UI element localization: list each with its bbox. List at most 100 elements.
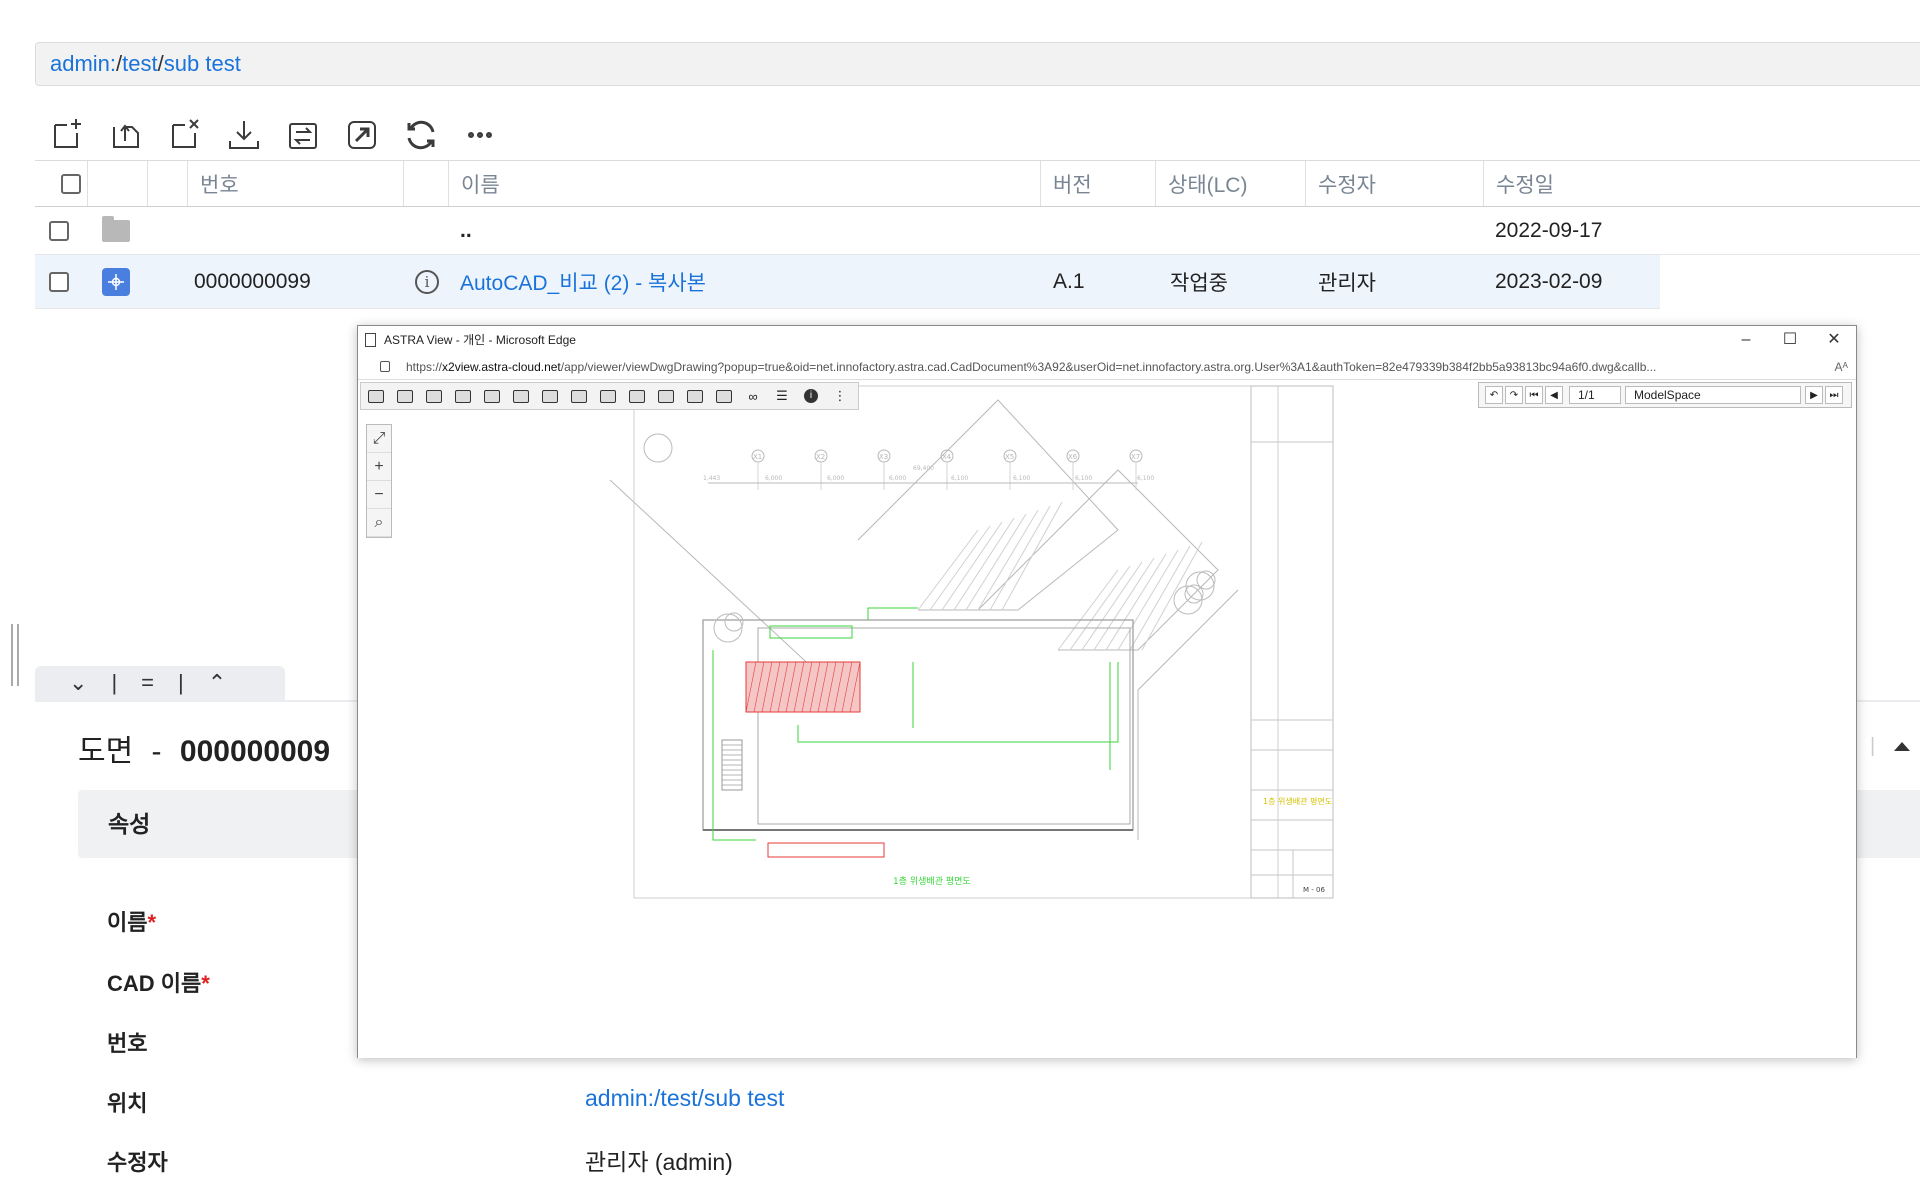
zoom-in-icon[interactable]: + [367, 453, 391, 481]
grid-label: X6 [1068, 453, 1078, 461]
row-name-link[interactable]: AutoCAD_비교 (2) - 복사본 [460, 255, 706, 308]
collapse-up-icon[interactable] [1892, 739, 1912, 753]
address-bar[interactable]: https://x2view.astra-cloud.net/app/viewe… [358, 354, 1856, 380]
breadcrumb-folder[interactable]: test [122, 51, 157, 76]
breadcrumb-root[interactable]: admin: [50, 51, 116, 76]
field-label-location: 위치 [107, 1091, 148, 1116]
compass-icon[interactable] [711, 384, 737, 408]
list-icon[interactable]: ☰ [769, 384, 795, 408]
prev-view-icon[interactable] [363, 384, 389, 408]
add-file-button[interactable] [48, 116, 86, 154]
location-link[interactable]: admin:/test/sub test [585, 1085, 784, 1112]
rotate-right-icon[interactable]: ↷ [1505, 386, 1523, 404]
dimension-text: 69,400 [913, 465, 934, 472]
required-mark: * [201, 971, 210, 996]
collapse-down-icon[interactable]: ⌄ [69, 670, 87, 696]
eraser-icon[interactable] [421, 384, 447, 408]
more-button[interactable] [461, 116, 499, 154]
dimension-text: 6,100 [1137, 475, 1154, 482]
delete-button[interactable] [166, 116, 204, 154]
header-name[interactable]: 이름 [448, 161, 500, 206]
upload-button[interactable] [107, 116, 145, 154]
building-outline [702, 619, 1134, 831]
next-page-icon[interactable]: ▶ [1805, 386, 1823, 404]
url-path: /app/viewer/viewDwgDrawing?popup=true&oi… [560, 360, 1657, 374]
markup-3-icon[interactable] [653, 384, 679, 408]
next-view-icon[interactable] [392, 384, 418, 408]
lock-icon [380, 361, 390, 372]
open-file-icon[interactable] [537, 384, 563, 408]
delete-icon [172, 119, 199, 148]
header-state[interactable]: 상태(LC) [1155, 161, 1247, 206]
field-label-name: 이름* [107, 905, 156, 937]
breadcrumb: admin:/test/sub test [35, 42, 1920, 86]
header-modifier[interactable]: 수정자 [1305, 161, 1376, 206]
divider: | [1870, 735, 1876, 757]
rotate-left-icon[interactable]: ↶ [1485, 386, 1503, 404]
table-row[interactable]: .. 2022-09-17 [35, 207, 1920, 255]
maximize-button[interactable]: ☐ [1768, 326, 1812, 354]
prev-page-icon[interactable]: ◀ [1545, 386, 1563, 404]
row-number: 0000000099 [194, 269, 311, 293]
copy-icon[interactable] [479, 384, 505, 408]
pipe-line [867, 607, 918, 620]
zoom-window-icon[interactable]: ⌕ [367, 509, 391, 537]
print-icon[interactable] [450, 384, 476, 408]
header-version[interactable]: 버전 [1040, 161, 1092, 206]
sheet-number: M - 06 [1303, 886, 1325, 894]
header-spacer [403, 161, 443, 206]
window-titlebar[interactable]: ASTRA View - 개인 - Microsoft Edge – ☐ ✕ [358, 326, 1856, 354]
more-icon[interactable]: ⋮ [827, 384, 853, 408]
split-equal-icon[interactable]: = [141, 670, 154, 696]
header-modified[interactable]: 수정일 [1483, 161, 1554, 206]
table-header: 번호 이름 버전 상태(LC) 수정자 수정일 [35, 160, 1920, 207]
layers-icon[interactable] [508, 384, 534, 408]
download-button[interactable] [225, 116, 263, 154]
field-label-number: 번호 [107, 1031, 148, 1056]
last-page-icon[interactable]: ⏭ [1825, 386, 1843, 404]
info-icon[interactable]: i [798, 384, 824, 408]
markup-2-icon[interactable] [624, 384, 650, 408]
expand-up-icon[interactable]: ⌃ [208, 670, 226, 696]
dimension-text: 6,000 [827, 475, 844, 482]
markup-icon[interactable] [595, 384, 621, 408]
info-icon: i [415, 269, 439, 294]
link-icon[interactable]: ∞ [740, 384, 766, 408]
open-external-icon [348, 121, 376, 149]
refresh-button[interactable] [402, 116, 440, 154]
north-arrow [643, 433, 673, 463]
fit-view-icon[interactable]: ⤢ [367, 425, 391, 453]
download-icon [229, 121, 259, 149]
row-modified: 2023-02-09 [1495, 269, 1603, 293]
table-row[interactable]: 0000000099 i AutoCAD_비교 (2) - 복사본 A.1 작업… [35, 255, 1660, 309]
title-block [1250, 385, 1334, 899]
row-checkbox[interactable] [49, 207, 69, 254]
minimize-button[interactable]: – [1724, 326, 1768, 354]
page-input[interactable]: 1/1 [1569, 386, 1621, 404]
row-version: A.1 [1053, 269, 1085, 293]
cad-drawing[interactable]: X1 X2 X3 X4 X5 X6 X7 1,443 6,000 6,000 6,000 6,100 6… [358, 380, 1856, 1058]
breadcrumb-subfolder[interactable]: sub test [164, 51, 241, 76]
zoom-out-icon[interactable]: − [367, 481, 391, 509]
note-box [767, 842, 885, 858]
add-file-icon [54, 119, 81, 148]
parent-folder-name[interactable]: .. [460, 207, 472, 254]
replace-button[interactable] [284, 116, 322, 154]
open-external-button[interactable] [343, 116, 381, 154]
space-select[interactable]: ModelSpace [1625, 386, 1801, 404]
select-all-checkbox[interactable] [49, 161, 81, 206]
first-page-icon[interactable]: ⏮ [1525, 386, 1543, 404]
row-checkbox[interactable] [49, 255, 69, 308]
detail-title-type: 도면 [78, 735, 134, 768]
measure-icon[interactable] [682, 384, 708, 408]
tree-symbol [713, 613, 743, 643]
replace-icon [289, 123, 317, 149]
panel-splitter-handle[interactable] [11, 624, 19, 686]
detail-panel-controls: | [1870, 735, 1920, 757]
read-aloud-icon[interactable]: Aᴬ [1835, 354, 1848, 379]
header-number[interactable]: 번호 [187, 161, 239, 206]
close-button[interactable]: ✕ [1812, 326, 1856, 354]
info-button[interactable]: i [415, 255, 439, 308]
roof-outline [857, 399, 1119, 611]
text-search-icon[interactable] [566, 384, 592, 408]
